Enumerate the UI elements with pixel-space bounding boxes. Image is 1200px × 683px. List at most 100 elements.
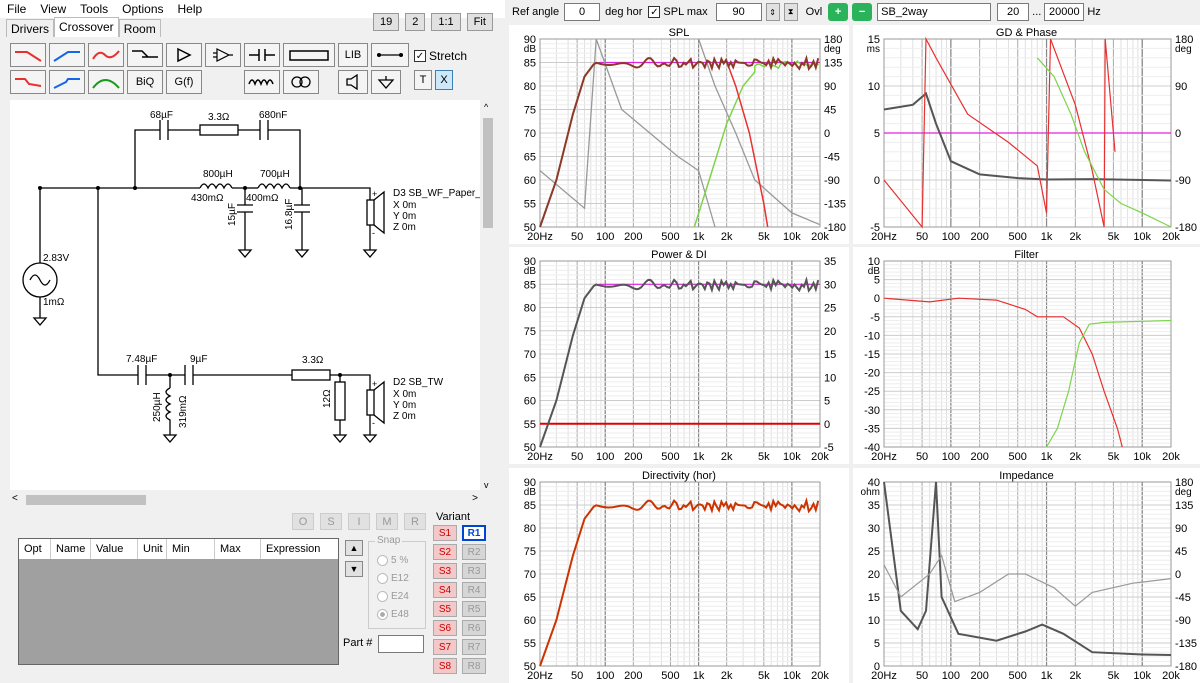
variant-s6-button[interactable]: S6 (433, 620, 457, 636)
col-value[interactable]: Value (91, 539, 138, 559)
variant-r5-button[interactable]: R5 (462, 601, 486, 617)
lowpass-2-button[interactable] (10, 43, 46, 67)
bandpass-button[interactable] (88, 43, 124, 67)
schematic-vertical-scrollbar[interactable]: ^ v (481, 100, 495, 492)
tab-crossover[interactable]: Crossover (54, 17, 119, 37)
col-name[interactable]: Name (51, 539, 91, 559)
ground-button[interactable] (371, 70, 401, 94)
add-overlay-icon[interactable]: + (828, 3, 849, 21)
stretch-checkbox[interactable]: ✓ (414, 50, 426, 62)
tab-drivers[interactable]: Drivers (6, 19, 54, 37)
line-width-button[interactable]: 2 (405, 13, 426, 31)
variant-r2-button[interactable]: R2 (462, 544, 486, 560)
overlay-name-input[interactable]: SB_2way (877, 3, 992, 21)
move-up-button[interactable]: ▲ (345, 540, 363, 556)
chart-panel-0[interactable]: SPL 90 85 80 75 70 65 60 55 50 180 135 90 45 0 -45 -90 -1… (509, 25, 849, 244)
peak-button[interactable] (88, 70, 124, 94)
recall-button[interactable]: R (404, 513, 426, 530)
spl-max-input[interactable]: 90 (715, 3, 762, 21)
variant-r4-button[interactable]: R4 (462, 582, 486, 598)
stop-button[interactable]: S (320, 513, 342, 530)
ref-angle-input[interactable]: 0 (564, 3, 601, 21)
scroll-right-icon[interactable]: > (472, 493, 478, 504)
menu-help[interactable]: Help (171, 2, 210, 16)
variant-s8-button[interactable]: S8 (433, 658, 457, 674)
tab-room[interactable]: Room (118, 19, 161, 37)
variant-s7-button[interactable]: S7 (433, 639, 457, 655)
transformer-button[interactable] (283, 70, 319, 94)
scroll-down-icon[interactable]: v (484, 480, 489, 490)
lowpass-1-button[interactable] (10, 70, 46, 94)
schematic-canvas[interactable]: 68µF 3.3Ω 680nF 800µH 430mΩ 700µH 400mΩ … (10, 100, 480, 490)
biquad-button[interactable]: BiQ (127, 70, 163, 94)
menu-file[interactable]: File (0, 2, 33, 16)
delete-button[interactable]: X (435, 70, 453, 90)
inductor-button[interactable] (244, 70, 280, 94)
col-min[interactable]: Min (167, 539, 215, 559)
chart-panel-1[interactable]: GD & Phase 15 10 5 0 -5 180 90 0 -90 -180 20Hz 50 100… (853, 25, 1200, 244)
highpass-1-button[interactable] (49, 70, 85, 94)
wire-button[interactable] (371, 43, 409, 67)
spl-spin-icon[interactable]: ⇕ (765, 3, 780, 21)
col-max[interactable]: Max (215, 539, 261, 559)
x-tick-label: 1k (1041, 451, 1053, 463)
remove-overlay-icon[interactable]: − (852, 3, 873, 21)
menu-options[interactable]: Options (115, 2, 170, 16)
amplifier-button[interactable] (166, 43, 202, 67)
x-tick-label: 20k (1162, 451, 1180, 463)
variant-r6-button[interactable]: R6 (462, 620, 486, 636)
move-down-button[interactable]: ▼ (345, 561, 363, 577)
chart-panel-3[interactable]: Filter 10 5 0 -5 -10 -15 -20 -25 -30 -35 -40 20Hz 50 1… (853, 247, 1200, 464)
resistor-button[interactable] (283, 43, 335, 67)
parameter-grid[interactable]: Opt Name Value Unit Min Max Expression (18, 538, 339, 665)
spl-max-reset-icon[interactable]: ⧗ (783, 3, 798, 21)
notch-button[interactable] (127, 43, 163, 67)
variant-r7-button[interactable]: R7 (462, 639, 486, 655)
driver-button[interactable] (338, 70, 368, 94)
optimize-button[interactable]: O (292, 513, 314, 530)
snap-option-5pct[interactable]: 5 % (377, 555, 408, 566)
y2-tick-label: -45 (824, 152, 840, 164)
freq-max-input[interactable]: 20000 (1044, 3, 1085, 21)
grid-size-button[interactable]: 19 (373, 13, 400, 31)
col-opt[interactable]: Opt (19, 539, 51, 559)
col-expression[interactable]: Expression (261, 539, 338, 559)
variant-r3-button[interactable]: R3 (462, 563, 486, 579)
snap-option-e24[interactable]: E24 (377, 591, 409, 602)
chart-panel-2[interactable]: Power & DI 90 85 80 75 70 65 60 55 50 35 30 25 20 15 10… (509, 247, 849, 464)
menu-view[interactable]: View (33, 2, 73, 16)
memory-button[interactable]: M (376, 513, 398, 530)
transfer-function-button[interactable]: G(f) (166, 70, 202, 94)
snap-option-e12[interactable]: E12 (377, 573, 409, 584)
library-button[interactable]: LIB (338, 43, 368, 67)
chart-panel-4[interactable]: Directivity (hor) 90 85 80 75 70 65 60 55 50 20Hz 5… (509, 468, 849, 683)
scroll-left-icon[interactable]: < (12, 493, 18, 504)
variant-s1-button[interactable]: S1 (433, 525, 457, 541)
variant-r8-button[interactable]: R8 (462, 658, 486, 674)
menu-tools[interactable]: Tools (73, 2, 115, 16)
text-button[interactable]: T (414, 70, 432, 90)
opamp-button[interactable] (205, 43, 241, 67)
x-tick-label: 20Hz (871, 451, 897, 463)
schematic-horizontal-scrollbar[interactable]: < > (10, 493, 480, 507)
variant-r1-button[interactable]: R1 (462, 525, 486, 541)
col-unit[interactable]: Unit (138, 539, 167, 559)
scroll-up-icon[interactable]: ^ (484, 102, 488, 112)
freq-min-input[interactable]: 20 (997, 3, 1030, 21)
variant-s2-button[interactable]: S2 (433, 544, 457, 560)
variant-s3-button[interactable]: S3 (433, 563, 457, 579)
vertical-scroll-thumb[interactable] (483, 118, 493, 228)
zoom-fit-button[interactable]: Fit (466, 13, 493, 31)
horizontal-scroll-thumb[interactable] (26, 495, 146, 505)
variant-s5-button[interactable]: S5 (433, 601, 457, 617)
spl-max-checkbox[interactable]: ✓ (648, 6, 661, 18)
snap-option-e48[interactable]: E48 (377, 609, 409, 620)
init-button[interactable]: I (348, 513, 370, 530)
chart-panel-5[interactable]: Impedance 40 35 30 25 20 15 10 5 0 180 135 90 45 0 -45-… (853, 468, 1200, 683)
variant-s4-button[interactable]: S4 (433, 582, 457, 598)
part-number-input[interactable] (378, 635, 424, 653)
capacitor-button[interactable] (244, 43, 280, 67)
zoom-1to1-button[interactable]: 1:1 (431, 13, 461, 31)
stretch-toggle[interactable]: ✓ Stretch (414, 49, 467, 63)
highpass-2-button[interactable] (49, 43, 85, 67)
